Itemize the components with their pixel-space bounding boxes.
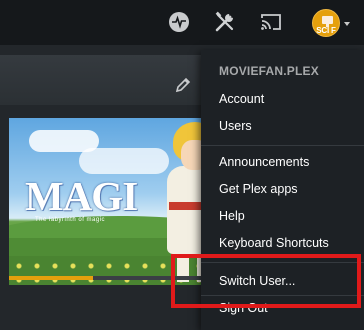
cast-icon[interactable] [259,10,283,34]
menu-item-announcements[interactable]: Announcements [219,155,309,169]
user-avatar[interactable]: SCI F [312,9,340,37]
avatar-initials: SCI F [316,26,336,35]
plex-window: SCI F MAGI The labyrinth of magic MOVIEF… [0,0,364,330]
poster-title: MAGI [25,173,138,219]
menu-item-account[interactable]: Account [219,92,264,106]
menu-item-help[interactable]: Help [219,209,245,223]
watch-progress-fill [9,276,94,280]
menu-item-users[interactable]: Users [219,119,252,133]
menu-username: MOVIEFAN.PLEX [219,64,319,78]
pencil-icon[interactable] [174,76,192,94]
activity-icon[interactable] [167,10,191,34]
poster-subtitle: The labyrinth of magic [35,217,106,223]
menu-item-keyboard-shortcuts[interactable]: Keyboard Shortcuts [219,236,329,250]
highlight-box [171,254,361,308]
settings-icon[interactable] [213,10,237,34]
menu-divider [201,145,364,146]
caret-down-icon[interactable] [344,22,350,26]
menu-item-get-plex-apps[interactable]: Get Plex apps [219,182,298,196]
monitor-icon [322,16,333,24]
top-nav-bar: SCI F [0,0,364,45]
